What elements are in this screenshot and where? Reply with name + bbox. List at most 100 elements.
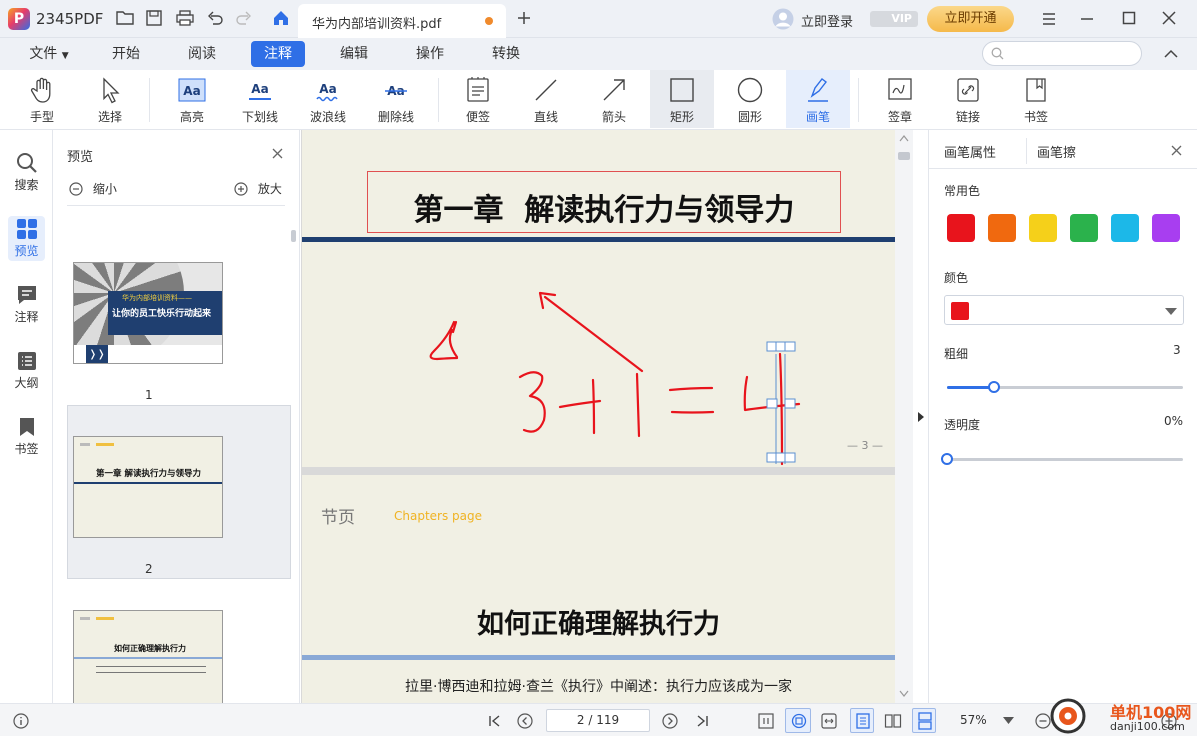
thickness-value: 3 xyxy=(1173,343,1181,357)
document-scrollbar[interactable] xyxy=(895,130,913,703)
minimize-icon[interactable] xyxy=(1080,12,1094,26)
thumbnail-page-1[interactable]: 华为内部培训资料—— 让你的员工快乐行动起来 ❭❭ xyxy=(73,262,223,364)
info-icon[interactable] xyxy=(12,712,30,730)
color-swatch[interactable] xyxy=(1029,214,1057,242)
zoom-out-thumbs-button[interactable]: 缩小 xyxy=(69,180,117,197)
highlight-icon: Aa xyxy=(178,78,206,102)
home-icon[interactable] xyxy=(272,9,290,27)
scroll-down-icon[interactable] xyxy=(899,690,909,698)
redo-icon[interactable] xyxy=(236,10,252,26)
thumb-p1-line1: 华为内部培训资料—— xyxy=(122,294,192,302)
tab-pen-eraser[interactable]: 画笔擦 xyxy=(1037,142,1076,161)
thumbnail-page-3[interactable]: 如何正确理解执行力 xyxy=(73,610,223,703)
zoom-in-thumbs-button[interactable]: 放大 xyxy=(234,180,282,197)
tool-select[interactable]: 选择 xyxy=(78,70,142,128)
fit-width-icon[interactable] xyxy=(820,712,838,730)
thickness-slider[interactable] xyxy=(947,381,1183,393)
menu-operate[interactable]: 操作 xyxy=(404,41,456,67)
rail-search[interactable]: 搜索 xyxy=(0,152,53,193)
page-number-input[interactable]: 2 / 119 xyxy=(546,709,650,732)
menu-annotate[interactable]: 注释 xyxy=(251,41,305,67)
thickness-label: 粗细 xyxy=(944,347,969,361)
document-tab[interactable]: 华为内部培训资料.pdf xyxy=(298,4,506,38)
actual-size-icon[interactable] xyxy=(757,712,775,730)
color-swatch[interactable] xyxy=(1152,214,1180,242)
tool-line[interactable]: 直线 xyxy=(514,70,578,128)
scroll-up-icon[interactable] xyxy=(899,134,909,142)
tool-ellipse[interactable]: 圆形 xyxy=(718,70,782,128)
save-icon[interactable] xyxy=(146,10,162,26)
next-page-icon[interactable] xyxy=(661,712,679,730)
single-page-view-button[interactable] xyxy=(850,708,874,733)
opacity-slider-knob[interactable] xyxy=(941,453,953,465)
two-page-icon[interactable] xyxy=(884,712,902,730)
thumbnail-page-1-number: 1 xyxy=(145,388,153,402)
tool-strikethrough[interactable]: Aa 删除线 xyxy=(364,70,428,128)
scroll-thumb[interactable] xyxy=(898,152,910,160)
color-select[interactable] xyxy=(944,295,1184,325)
collapse-ribbon-icon[interactable] xyxy=(1163,47,1179,61)
tool-rectangle[interactable]: 矩形 xyxy=(650,70,714,128)
expand-right-panel-icon[interactable] xyxy=(917,411,925,423)
zoom-dropdown-icon[interactable] xyxy=(1003,717,1014,724)
last-page-icon[interactable] xyxy=(693,712,711,730)
print-icon[interactable] xyxy=(176,10,194,26)
menu-convert[interactable]: 转换 xyxy=(480,41,532,67)
strikethrough-icon: Aa xyxy=(385,84,407,98)
hamburger-menu-icon[interactable] xyxy=(1042,12,1056,26)
undo-icon[interactable] xyxy=(207,10,223,26)
color-swatch[interactable] xyxy=(947,214,975,242)
close-window-icon[interactable] xyxy=(1162,11,1176,25)
tool-stamp[interactable]: 签章 xyxy=(868,70,932,128)
menu-edit[interactable]: 编辑 xyxy=(328,41,380,67)
avatar-icon[interactable] xyxy=(772,8,794,30)
tool-underline[interactable]: Aa 下划线 xyxy=(228,70,292,128)
color-swatch[interactable] xyxy=(1111,214,1139,242)
page-3-section-label: 节页 xyxy=(321,508,355,528)
common-colors-label: 常用色 xyxy=(944,184,981,198)
login-link[interactable]: 立即登录 xyxy=(801,11,853,30)
continuous-view-button[interactable] xyxy=(912,708,936,733)
rail-outline[interactable]: 大纲 xyxy=(0,350,53,391)
tool-hand[interactable]: 手型 xyxy=(10,70,74,128)
circle-icon xyxy=(737,77,763,103)
rail-preview[interactable]: 预览 xyxy=(8,216,45,261)
color-swatch[interactable] xyxy=(1070,214,1098,242)
tool-link[interactable]: 链接 xyxy=(936,70,1000,128)
tool-note-label: 便签 xyxy=(465,110,490,124)
tab-pen-properties[interactable]: 画笔属性 xyxy=(944,142,996,161)
tool-arrow[interactable]: 箭头 xyxy=(582,70,646,128)
fit-page-button[interactable] xyxy=(785,708,811,733)
color-swatch[interactable] xyxy=(988,214,1016,242)
maximize-icon[interactable] xyxy=(1122,11,1136,25)
opacity-slider[interactable] xyxy=(941,453,1183,465)
search-input[interactable] xyxy=(1009,45,1133,62)
open-folder-icon[interactable] xyxy=(116,10,134,26)
thumb-p3-tag xyxy=(80,617,90,620)
rail-annotations[interactable]: 注释 xyxy=(0,284,53,325)
close-panel-icon[interactable] xyxy=(272,148,283,159)
close-panel-icon[interactable] xyxy=(1171,145,1182,156)
open-vip-button[interactable]: 立即开通 xyxy=(927,6,1014,32)
tool-pen[interactable]: 画笔 xyxy=(786,70,850,128)
tool-highlight[interactable]: Aa 高亮 xyxy=(160,70,224,128)
thumbnail-scrollbar[interactable] xyxy=(291,230,296,242)
drawn-digit-3 xyxy=(518,371,546,433)
tool-note[interactable]: 便签 xyxy=(446,70,510,128)
menu-read[interactable]: 阅读 xyxy=(176,41,228,67)
first-page-icon[interactable] xyxy=(486,712,504,730)
rail-bookmarks[interactable]: 书签 xyxy=(0,416,53,457)
search-box[interactable] xyxy=(982,41,1142,66)
page-3-body: 拉里·博西迪和拉姆·查兰《执行》中阐述：执行力应该成为一家 xyxy=(405,679,792,695)
menu-file[interactable]: 文件 ▼ xyxy=(22,41,76,67)
tool-bookmark[interactable]: 书签 xyxy=(1004,70,1068,128)
thumbnail-page-2[interactable]: 第一章 解读执行力与领导力 xyxy=(73,436,223,538)
opacity-label: 透明度 xyxy=(944,418,981,432)
new-tab-icon[interactable] xyxy=(517,11,531,25)
zoom-level[interactable]: 57% xyxy=(960,713,987,727)
previous-page-icon[interactable] xyxy=(516,712,534,730)
thickness-slider-knob[interactable] xyxy=(988,381,1001,393)
tool-wavy[interactable]: Aa 波浪线 xyxy=(296,70,360,128)
menu-start[interactable]: 开始 xyxy=(100,41,152,67)
app-logo: P xyxy=(8,8,30,30)
